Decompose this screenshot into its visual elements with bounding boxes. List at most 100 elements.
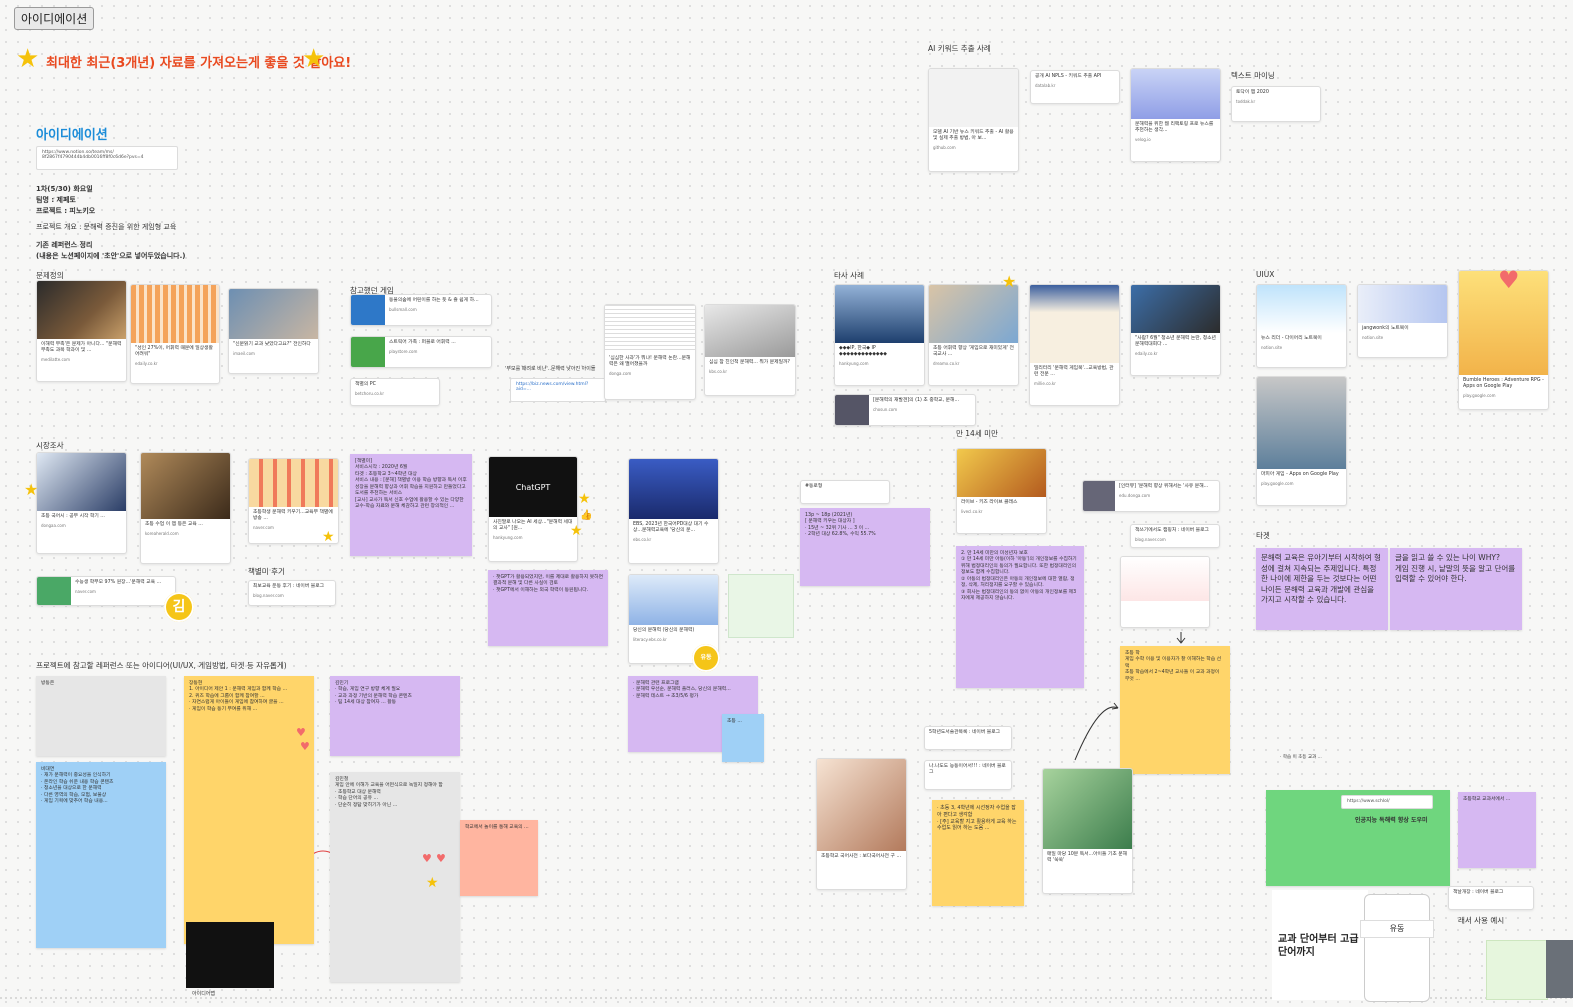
live-class-image	[957, 449, 1046, 497]
blog-link-1[interactable]: 5학년도서술관목록 : 네이버 블로그	[924, 726, 1012, 750]
ebs-card-1[interactable]: EBS, 2023년 한국어PD대상 대기 수상...문해력교육에 '당신의 문…	[628, 458, 719, 564]
tag-label[interactable]: 유동	[1360, 920, 1434, 938]
dinosaur-art	[1257, 285, 1346, 333]
naver-link-card[interactable]: 책날개장 : 네이버 블로그	[1448, 886, 1534, 910]
game-card-3[interactable]: 책별의 PC betchoru.co.kr	[350, 378, 440, 406]
star-icon: ★	[302, 44, 326, 74]
market-card-4[interactable]: 수능생 학부모 97% 원장...'문해력 교육 ... naver.com	[36, 576, 176, 606]
review-link-card[interactable]: 최보교육 운동 후기 : 네이버 블로그 blog.naver.com	[248, 580, 336, 606]
book-grid-image	[249, 459, 338, 507]
competitor-card-4[interactable]: "사람? 6월" 청소년 문해력 논란, 청소년 문해력대회다 ... edai…	[1130, 284, 1221, 376]
reference-sticky-purple-mid[interactable]: 김민기 · 학습, 게임 연구 방향 체계 필요 · 교과 과정 기반의 문해력…	[330, 676, 460, 756]
star-icon: ★	[426, 875, 439, 891]
promo-card[interactable]	[1120, 556, 1210, 628]
canvas-scrollbar-area[interactable]	[1546, 940, 1573, 998]
card-source: play.google.com	[1261, 481, 1294, 487]
thumbnail	[1083, 481, 1115, 511]
right-yellow-sticky[interactable]: 초등 학 게임 수학 이용 및 이용자가 잘 이해하는 학습 선택 초등 학습에…	[1120, 646, 1230, 774]
market-sticky-purple[interactable]: [책별미] 서비스시작 : 2020년 6월 타겟 : 초등학교 3~4학년 대…	[350, 454, 472, 556]
interview-card[interactable]: [인터뷰] '문해력 향상 위해서는 '사유 문해... edu.donga.c…	[1082, 480, 1220, 512]
problem-card-3[interactable]: "신문읽기 교과 낮았다고요?" 전인하다 imaeil.com	[228, 288, 319, 374]
green-app-sticky[interactable]: https://www.schlol/ 인공지능 독해력 향상 도우미	[1266, 790, 1450, 886]
dark-thumbnail[interactable]	[186, 922, 274, 988]
star-icon: ★	[578, 491, 591, 507]
competitor-card-3[interactable]: 밀리터리 '문해력 게임북'...교육방법, 관련 전문 ... millie.…	[1029, 284, 1120, 406]
card-source: blog.naver.com	[253, 593, 284, 599]
card-source: toddak.kr	[1236, 99, 1256, 105]
reference-sticky-yellow-bottom[interactable]: · 초등 3, 4학년에 시선정자 수업을 잡아 편다고 생각함 · [주] 교…	[932, 800, 1024, 906]
frame-title-tab[interactable]: 아이디에이션	[14, 7, 95, 30]
card-caption: 당신의 문해력 (당신의 문해력)	[633, 628, 695, 633]
dictionary-card[interactable]: 초등학교 국어사전 : 보다국어사전 구 ...	[816, 758, 907, 890]
card-caption: 매일 마당 10분 독서...아이들 기초 문해력 '쑥쑥'	[1047, 852, 1128, 864]
game-more-card-1[interactable]: '심심한 사과'가 뭐냐! 문해력 논란...문해력은 왜 떨어졌을까 dong…	[604, 304, 696, 400]
ai-card-3[interactable]: 문해력을 위한 웹 리팩토링 프로 뉴스를 추천하는 생각... velog.i…	[1130, 68, 1221, 162]
game-link[interactable]: https://biz.news.com/view.html?aid=...	[510, 378, 606, 402]
section-market: 시장조사	[36, 441, 64, 450]
game-card-1[interactable]: 동물의숲에 어린이를 하는 듯 & 즐 쉽게 하... bullsmall.co…	[350, 294, 492, 326]
notion-link[interactable]: https://www.notion.so/team/ms/ 8f2867f47…	[36, 146, 178, 170]
problem-card-1[interactable]: 이해력 부족'은 문제가 아니다... "문해력 부족도 과목 학과이 및 ..…	[36, 280, 127, 382]
blog-link-2[interactable]: 나.나도도 능동이어서!!! : 네이버 블로그	[924, 760, 1012, 790]
card-caption: Bumble Heroes : Adventure RPG - Apps on …	[1463, 378, 1544, 390]
library-thumbnail[interactable]	[1486, 940, 1548, 1000]
article-image	[37, 281, 126, 339]
right-yellow-note: · 학습 이 초등 교과 ...	[1280, 755, 1322, 760]
card-source: blog.naver.com	[1135, 537, 1166, 543]
reference-sticky-blue-left[interactable]: 비대면 · 재가 문해력이 중요성을 인식하기 · 온라인 학습 쉬운 내용 학…	[36, 762, 166, 948]
reading-card[interactable]: 매일 마당 10분 독서...아이들 기초 문해력 '쑥쑥'	[1042, 768, 1133, 894]
ai-card-2[interactable]: 공개 AI NPLS - 키워드 추출 API datalab.kr	[1030, 70, 1120, 104]
target-sticky-2[interactable]: 글을 읽고 쓸 수 있는 나이 WHY? 게임 진행 시, 낱말의 뜻을 알고 …	[1390, 548, 1522, 630]
section-references: 프로젝트에 참고할 레퍼런스 또는 아이디어(UI/UX, 게임방법, 타겟 등…	[36, 661, 287, 670]
heart-icon: ♥	[422, 852, 432, 865]
mid-link-card[interactable]: #동로형	[800, 480, 890, 504]
competitor-card-1[interactable]: ◆◆◆IP, 한국◆ IP ◆◆◆◆◆◆◆◆◆◆◆◆◆ hankyung.com	[834, 284, 925, 386]
group-photo	[835, 285, 924, 343]
card-source: dongaa.com	[41, 523, 66, 529]
card-caption: 이해력 부족'은 문제가 아니다... "문해력 부족도 과목 학과이 및 ..…	[41, 342, 122, 354]
dictionary-photo	[817, 759, 906, 851]
uiux-card-1[interactable]: 뉴스 리더 - 다이어리 노트북이 notion.site	[1256, 284, 1347, 368]
chatgpt-sticky[interactable]: · 챗GPT가 활용되었지만, 이를 제대로 활용하지 못하면 결과적 문해 및…	[488, 570, 608, 646]
school-link[interactable]: https://www.schlol/	[1341, 795, 1433, 810]
card-caption: 나.나도도 능동이어서!!! : 네이버 블로그	[929, 764, 1006, 776]
card-source: velog.io	[1135, 137, 1151, 143]
ai-card-1[interactable]: 모델 AI 기반 뉴스 키워드 추출 - AI 활용 및 실제 추출 방법, 아…	[928, 68, 1019, 172]
uiux-card-4[interactable]: 마피아 게임 - Apps on Google Play play.google…	[1256, 376, 1347, 506]
game-card-2[interactable]: 스트릭어 가족 : 퍼블로 어휘력 ... playstore.com	[350, 336, 492, 368]
reference-sticky-yellow-main[interactable]: 장동현 1. 아이디어 제안 1 : 문해력 게임과 함께 학습 ... 2. …	[184, 676, 314, 944]
reference-sticky-grey-mid[interactable]: 김민철 게임 안에 이해가 교육을 어떤식으로 녹일지 정해야 함 · 초등학교…	[330, 772, 460, 982]
problem-card-2[interactable]: "성인 27%이, 어휘력 때문에 일상생활 어려워" edaily.co.kr	[130, 284, 220, 384]
under14-sticky[interactable]: 2. 만 14세 미만의 미성년자 보호 ① 만 14세 미만 아동(이하 '아…	[956, 546, 1084, 688]
card-source: ebs.co.kr	[633, 537, 652, 543]
vocab-promo[interactable]: 교과 단어부터 고급 단어까지	[1272, 890, 1368, 1000]
card-source: livecl.co.kr	[961, 509, 983, 515]
competitor-card-5[interactable]: [문해력의 재발견]의 (1) 초 중학교, 문해... chosun.com	[834, 394, 976, 426]
card-caption: 마피아 게임 - Apps on Google Play	[1261, 472, 1339, 477]
chatgpt-card[interactable]: ChatGPT 사진말로 나오는 AI 세상..."문해력 세대의 교사" [원…	[488, 456, 578, 562]
game-more-card-2[interactable]: 심심 참 친인척 문해력... 뭐가 문제일까? kbs.co.kr	[704, 304, 796, 396]
live-card[interactable]: 라이브 - 키즈 라이브 클래스 livecl.co.kr	[956, 448, 1047, 534]
target-sticky-1[interactable]: 문해력 교육은 유아기부터 시작하여 형성에 걸쳐 지속되는 주제입니다. 특정…	[1256, 548, 1388, 630]
reference-sticky-pink[interactable]: 학교에서 놀이를 통해 교육의 ...	[460, 820, 538, 896]
banner: ★	[16, 46, 39, 72]
ebs-poster-thumbnail[interactable]	[728, 574, 794, 638]
sticky-text: [책별미] 서비스시작 : 2020년 6월 타겟 : 초등학교 3~4학년 대…	[355, 459, 467, 510]
user-avatar-badge[interactable]: 김	[164, 592, 194, 622]
reference-sticky-grey-top[interactable]: 방동은	[36, 676, 166, 756]
right-purple-small[interactable]: 초등학교 교과서에서 ...	[1458, 792, 1536, 868]
card-source: donga.com	[609, 371, 632, 377]
card-source: notion.site	[1362, 335, 1384, 341]
phone-screens-image	[929, 69, 1018, 127]
card-source: playstore.com	[389, 349, 418, 355]
blog-link-card[interactable]: 책쓰기에서도 캠핑처 : 네이버 블로그 blog.naver.com	[1130, 524, 1220, 548]
card-source: betchoru.co.kr	[355, 391, 385, 397]
tiny-blue-sticky[interactable]: 초등 ...	[722, 714, 764, 762]
competitor-card-2[interactable]: 초등 어휘력 향상 '게임으로 재미있게' 전국교사 ... dreamx.co…	[928, 284, 1019, 386]
market-card-1[interactable]: 초등 국어시 : 공부 시작 학기 ... dongaa.com	[36, 452, 127, 554]
ai-card-4[interactable]: 토닥이 앱 2020 toddak.kr	[1231, 86, 1321, 122]
mid-sticky-purple[interactable]: 13p ~ 18p (2021년) [ 문해력 키우는 대상자 ] · 15년 …	[800, 508, 930, 586]
uiux-card-2[interactable]: jangwonk의 노트북이 notion.site	[1357, 284, 1448, 358]
sticky-text: 2. 만 14세 미만의 미성년자 보호 ① 만 14세 미만 아동(이하 '아…	[961, 551, 1077, 602]
market-card-2[interactable]: 초등 수업 이 앱 등은 교육 ... koreaherald.com	[140, 452, 231, 564]
